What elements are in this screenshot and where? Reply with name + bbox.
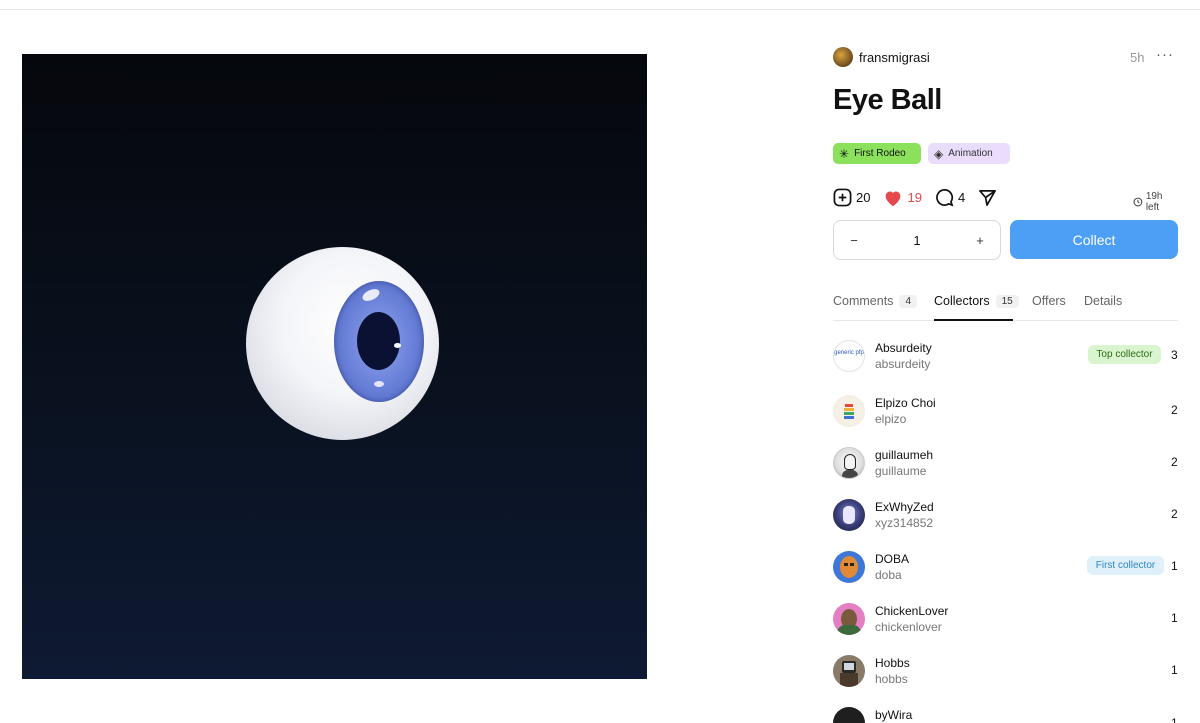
- tag-label: Animation: [948, 148, 993, 159]
- tag-animation[interactable]: ◈ Animation: [928, 143, 1010, 164]
- tab-comments[interactable]: Comments 4: [833, 294, 917, 308]
- quantity-value[interactable]: 1: [913, 233, 920, 248]
- collector-handle: guillaume: [875, 464, 927, 478]
- avatar[interactable]: [833, 447, 865, 479]
- avatar[interactable]: [833, 395, 865, 427]
- collector-name[interactable]: Hobbs: [875, 656, 910, 670]
- collected-count: 2: [1171, 507, 1178, 521]
- avatar[interactable]: generic pfp: [833, 340, 865, 372]
- collect-button[interactable]: Collect: [1010, 220, 1178, 259]
- comment-stat[interactable]: 4: [935, 188, 965, 207]
- collector-row[interactable]: ExWhyZed xyz314852 2: [833, 499, 1178, 551]
- top-collector-badge: Top collector: [1088, 345, 1161, 364]
- tab-count: 4: [899, 294, 917, 308]
- decrement-button[interactable]: −: [848, 233, 860, 248]
- collector-handle: elpizo: [875, 412, 907, 426]
- first-collector-badge: First collector: [1087, 556, 1164, 575]
- tab-details[interactable]: Details: [1084, 294, 1122, 308]
- clock-icon: [1133, 197, 1143, 207]
- collector-row[interactable]: Hobbs hobbs 1: [833, 655, 1178, 707]
- collect-count: 20: [856, 190, 871, 205]
- comment-icon: [936, 189, 954, 207]
- more-options-icon[interactable]: ···: [1156, 46, 1174, 63]
- eyeball-image: [246, 247, 439, 440]
- iris: [334, 281, 424, 402]
- tab-label: Comments: [833, 294, 894, 308]
- quantity-stepper: − 1 +: [833, 220, 1001, 260]
- collected-count: 3: [1171, 348, 1178, 362]
- tab-label: Offers: [1032, 294, 1066, 308]
- tab-offers[interactable]: Offers: [1032, 294, 1066, 308]
- collector-row[interactable]: generic pfp Absurdeity absurdeity Top co…: [833, 340, 1178, 392]
- collector-name[interactable]: DOBA: [875, 552, 909, 566]
- glint: [360, 286, 382, 304]
- avatar[interactable]: [833, 499, 865, 531]
- avatar[interactable]: [833, 655, 865, 687]
- collector-handle: doba: [875, 568, 902, 582]
- collector-row[interactable]: byWira 1: [833, 707, 1178, 723]
- collector-name[interactable]: Absurdeity: [875, 341, 932, 355]
- like-count: 19: [907, 190, 922, 205]
- collector-name[interactable]: Elpizo Choi: [875, 396, 936, 410]
- collected-count: 1: [1171, 559, 1178, 573]
- active-tab-indicator: [934, 319, 1013, 321]
- avatar[interactable]: [833, 707, 865, 723]
- send-icon: [979, 189, 997, 206]
- collected-count: 2: [1171, 455, 1178, 469]
- collect-stat[interactable]: 20: [833, 188, 870, 207]
- increment-button[interactable]: +: [974, 233, 986, 248]
- collector-row[interactable]: DOBA doba First collector 1: [833, 551, 1178, 603]
- collected-count: 2: [1171, 403, 1178, 417]
- top-bar: [0, 0, 1200, 10]
- collector-handle: absurdeity: [875, 357, 931, 371]
- tag-label: First Rodeo: [854, 148, 906, 159]
- glint: [374, 381, 384, 387]
- creator[interactable]: fransmigrasi: [833, 47, 930, 67]
- avatar[interactable]: [833, 603, 865, 635]
- avatar[interactable]: [833, 551, 865, 583]
- post-time: 5h: [1130, 50, 1145, 65]
- time-left-label: 19h left: [1145, 191, 1163, 213]
- tabs: Comments 4 Collectors 15 Offers Details: [833, 288, 1178, 321]
- asterisk-icon: ✳: [839, 146, 850, 161]
- creator-name[interactable]: fransmigrasi: [859, 50, 930, 65]
- collected-count: 1: [1171, 663, 1178, 677]
- collector-name[interactable]: ChickenLover: [875, 604, 948, 618]
- collector-row[interactable]: Elpizo Choi elpizo 2: [833, 395, 1178, 447]
- heart-icon: [886, 190, 901, 206]
- share-button[interactable]: [978, 188, 1001, 207]
- time-left: 19h left: [1133, 191, 1178, 213]
- collector-row[interactable]: guillaumeh guillaume 2: [833, 447, 1178, 499]
- collector-name[interactable]: guillaumeh: [875, 448, 933, 462]
- like-stat[interactable]: 19: [883, 189, 922, 207]
- page-title: Eye Ball: [833, 84, 942, 116]
- pupil: [357, 312, 400, 370]
- stats-bar: 20 19 4: [833, 188, 1014, 207]
- tab-collectors[interactable]: Collectors 15: [934, 294, 1019, 308]
- collector-name[interactable]: byWira: [875, 708, 912, 722]
- collector-handle: hobbs: [875, 672, 908, 686]
- tab-count: 15: [995, 294, 1019, 308]
- diamond-icon: ◈: [934, 146, 944, 161]
- collector-name[interactable]: ExWhyZed: [875, 500, 934, 514]
- collected-count: 1: [1171, 716, 1178, 723]
- creator-avatar[interactable]: [833, 47, 853, 67]
- glint: [394, 343, 401, 348]
- tag-first-rodeo[interactable]: ✳ First Rodeo: [833, 143, 921, 164]
- plus-square-icon: [833, 188, 852, 207]
- tab-label: Collectors: [934, 294, 990, 308]
- collector-handle: xyz314852: [875, 516, 934, 530]
- collector-handle: chickenlover: [875, 620, 942, 634]
- comment-count: 4: [957, 190, 966, 205]
- tab-label: Details: [1084, 294, 1123, 308]
- collected-count: 1: [1171, 611, 1178, 625]
- artwork[interactable]: [22, 54, 647, 679]
- collector-row[interactable]: ChickenLover chickenlover 1: [833, 603, 1178, 655]
